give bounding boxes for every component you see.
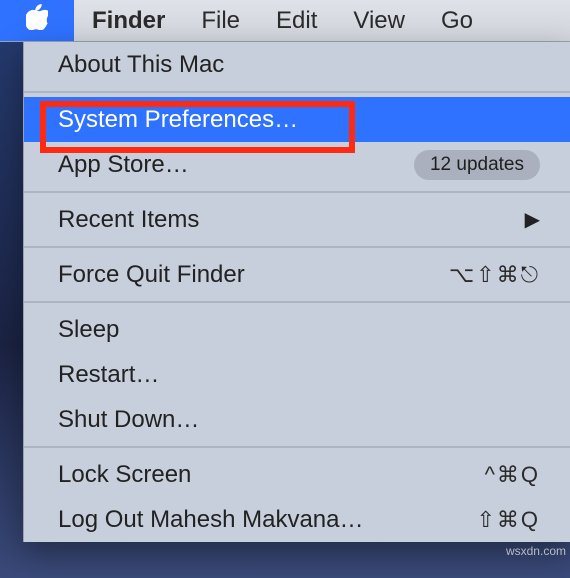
menu-item-label: Recent Items: [58, 206, 199, 234]
menu-separator: [24, 301, 570, 303]
menubar-item-go[interactable]: Go: [423, 0, 491, 41]
menubar-label: Finder: [92, 7, 165, 35]
menu-separator: [24, 91, 570, 93]
apple-logo-icon: [26, 4, 48, 37]
menubar-item-edit[interactable]: Edit: [258, 0, 335, 41]
menu-item-system-preferences[interactable]: System Preferences…: [24, 97, 570, 142]
menubar-item-finder[interactable]: Finder: [74, 0, 183, 41]
menu-item-recent-items[interactable]: Recent Items ▶: [24, 197, 570, 242]
menubar-item-file[interactable]: File: [183, 0, 258, 41]
menu-item-app-store[interactable]: App Store… 12 updates: [24, 142, 570, 187]
menubar-label: File: [201, 7, 240, 35]
keyboard-shortcut: ⇧⌘Q: [476, 507, 540, 533]
menubar: Finder File Edit View Go: [0, 0, 570, 42]
apple-menu-dropdown: About This Mac System Preferences… App S…: [23, 42, 570, 542]
menu-item-label: Lock Screen: [58, 461, 191, 489]
updates-badge: 12 updates: [414, 150, 540, 180]
menu-item-restart[interactable]: Restart…: [24, 352, 570, 397]
keyboard-shortcut: ^⌘Q: [485, 462, 540, 488]
menu-item-label: Force Quit Finder: [58, 261, 245, 289]
menu-item-label: Shut Down…: [58, 406, 199, 434]
watermark-text: wsxdn.com: [506, 544, 566, 558]
menu-item-label: Restart…: [58, 361, 159, 389]
chevron-right-icon: ▶: [525, 207, 540, 232]
menu-item-label: Sleep: [58, 316, 119, 344]
menu-item-label: Log Out Mahesh Makvana…: [58, 506, 364, 534]
menu-item-label: About This Mac: [58, 51, 224, 79]
menu-item-about[interactable]: About This Mac: [24, 42, 570, 87]
menu-separator: [24, 446, 570, 448]
menu-item-shut-down[interactable]: Shut Down…: [24, 397, 570, 442]
menu-separator: [24, 246, 570, 248]
menu-item-sleep[interactable]: Sleep: [24, 307, 570, 352]
apple-menu[interactable]: [0, 0, 74, 41]
menubar-label: Edit: [276, 7, 317, 35]
menu-item-force-quit[interactable]: Force Quit Finder ⌥⇧⌘⎋: [24, 252, 570, 297]
menu-item-label: App Store…: [58, 151, 189, 179]
menu-item-lock-screen[interactable]: Lock Screen ^⌘Q: [24, 452, 570, 497]
keyboard-shortcut: ⌥⇧⌘⎋: [449, 262, 540, 288]
menubar-label: View: [353, 7, 405, 35]
menu-item-label: System Preferences…: [58, 106, 298, 134]
menu-item-log-out[interactable]: Log Out Mahesh Makvana… ⇧⌘Q: [24, 497, 570, 542]
menubar-item-view[interactable]: View: [335, 0, 423, 41]
menu-separator: [24, 191, 570, 193]
menubar-label: Go: [441, 7, 473, 35]
